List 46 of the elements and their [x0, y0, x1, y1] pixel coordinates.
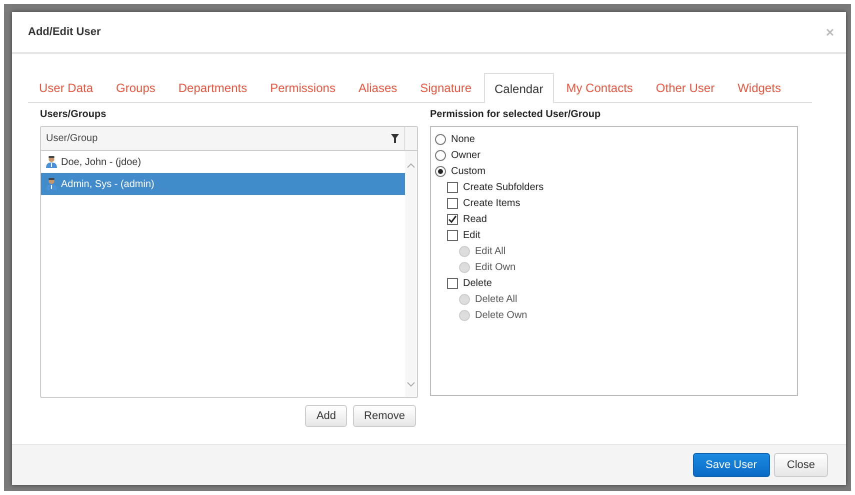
dialog-title: Add/Edit User	[28, 26, 101, 38]
radio-button[interactable]	[435, 150, 446, 160]
option-label: Owner	[451, 150, 480, 160]
option-label: Create Items	[463, 198, 520, 208]
close-button[interactable]: ×	[826, 24, 834, 40]
radio-button[interactable]	[435, 134, 446, 144]
user-name: Doe, John - (jdoe)	[61, 156, 142, 168]
tab[interactable]: Permissions	[259, 80, 346, 102]
footer-button[interactable]: Save User	[692, 453, 770, 477]
user-name: Admin, Sys - (admin)	[61, 178, 154, 190]
user-row[interactable]: Admin, Sys - (admin)	[41, 173, 405, 195]
tab[interactable]: Signature	[409, 80, 483, 102]
tab[interactable]: User Data	[28, 80, 104, 102]
column-header[interactable]: User/Group	[46, 133, 98, 144]
tab[interactable]: My Contacts	[555, 80, 644, 102]
user-icon	[46, 178, 57, 190]
tab[interactable]: Aliases	[347, 80, 408, 102]
option-label: Delete All	[475, 294, 518, 304]
checkbox[interactable]	[447, 198, 458, 208]
tab[interactable]: Other User	[644, 80, 726, 102]
option-label: Delete	[463, 278, 492, 288]
user-row[interactable]: Doe, John - (jdoe)	[41, 151, 405, 173]
checkbox[interactable]	[447, 278, 458, 288]
tab[interactable]: Widgets	[726, 80, 792, 102]
option-label: Custom	[451, 166, 486, 176]
option-label: Read	[463, 214, 487, 224]
tab[interactable]: Departments	[167, 80, 258, 102]
grid-button[interactable]: Add	[305, 405, 348, 427]
radio-button[interactable]	[435, 166, 446, 176]
tab[interactable]: Calendar	[484, 73, 554, 103]
checkbox[interactable]	[447, 230, 458, 240]
option-label: None	[451, 134, 475, 144]
footer-button[interactable]: Close	[774, 453, 828, 477]
option-label: Edit	[463, 230, 480, 240]
panel-title: Users/Groups	[40, 109, 108, 122]
grid-button[interactable]: Remove	[353, 405, 416, 427]
filter-icon[interactable]	[391, 134, 399, 143]
option-label: Delete Own	[475, 310, 528, 320]
option-label: Create Subfolders	[463, 182, 544, 192]
tab[interactable]: Groups	[105, 80, 166, 102]
panel-title: Permission for selected User/Group	[430, 109, 602, 122]
checkbox[interactable]	[447, 182, 458, 192]
option-label: Edit Own	[475, 262, 516, 272]
option-label: Edit All	[475, 246, 506, 256]
user-icon	[46, 156, 57, 168]
checkbox[interactable]	[447, 214, 458, 224]
